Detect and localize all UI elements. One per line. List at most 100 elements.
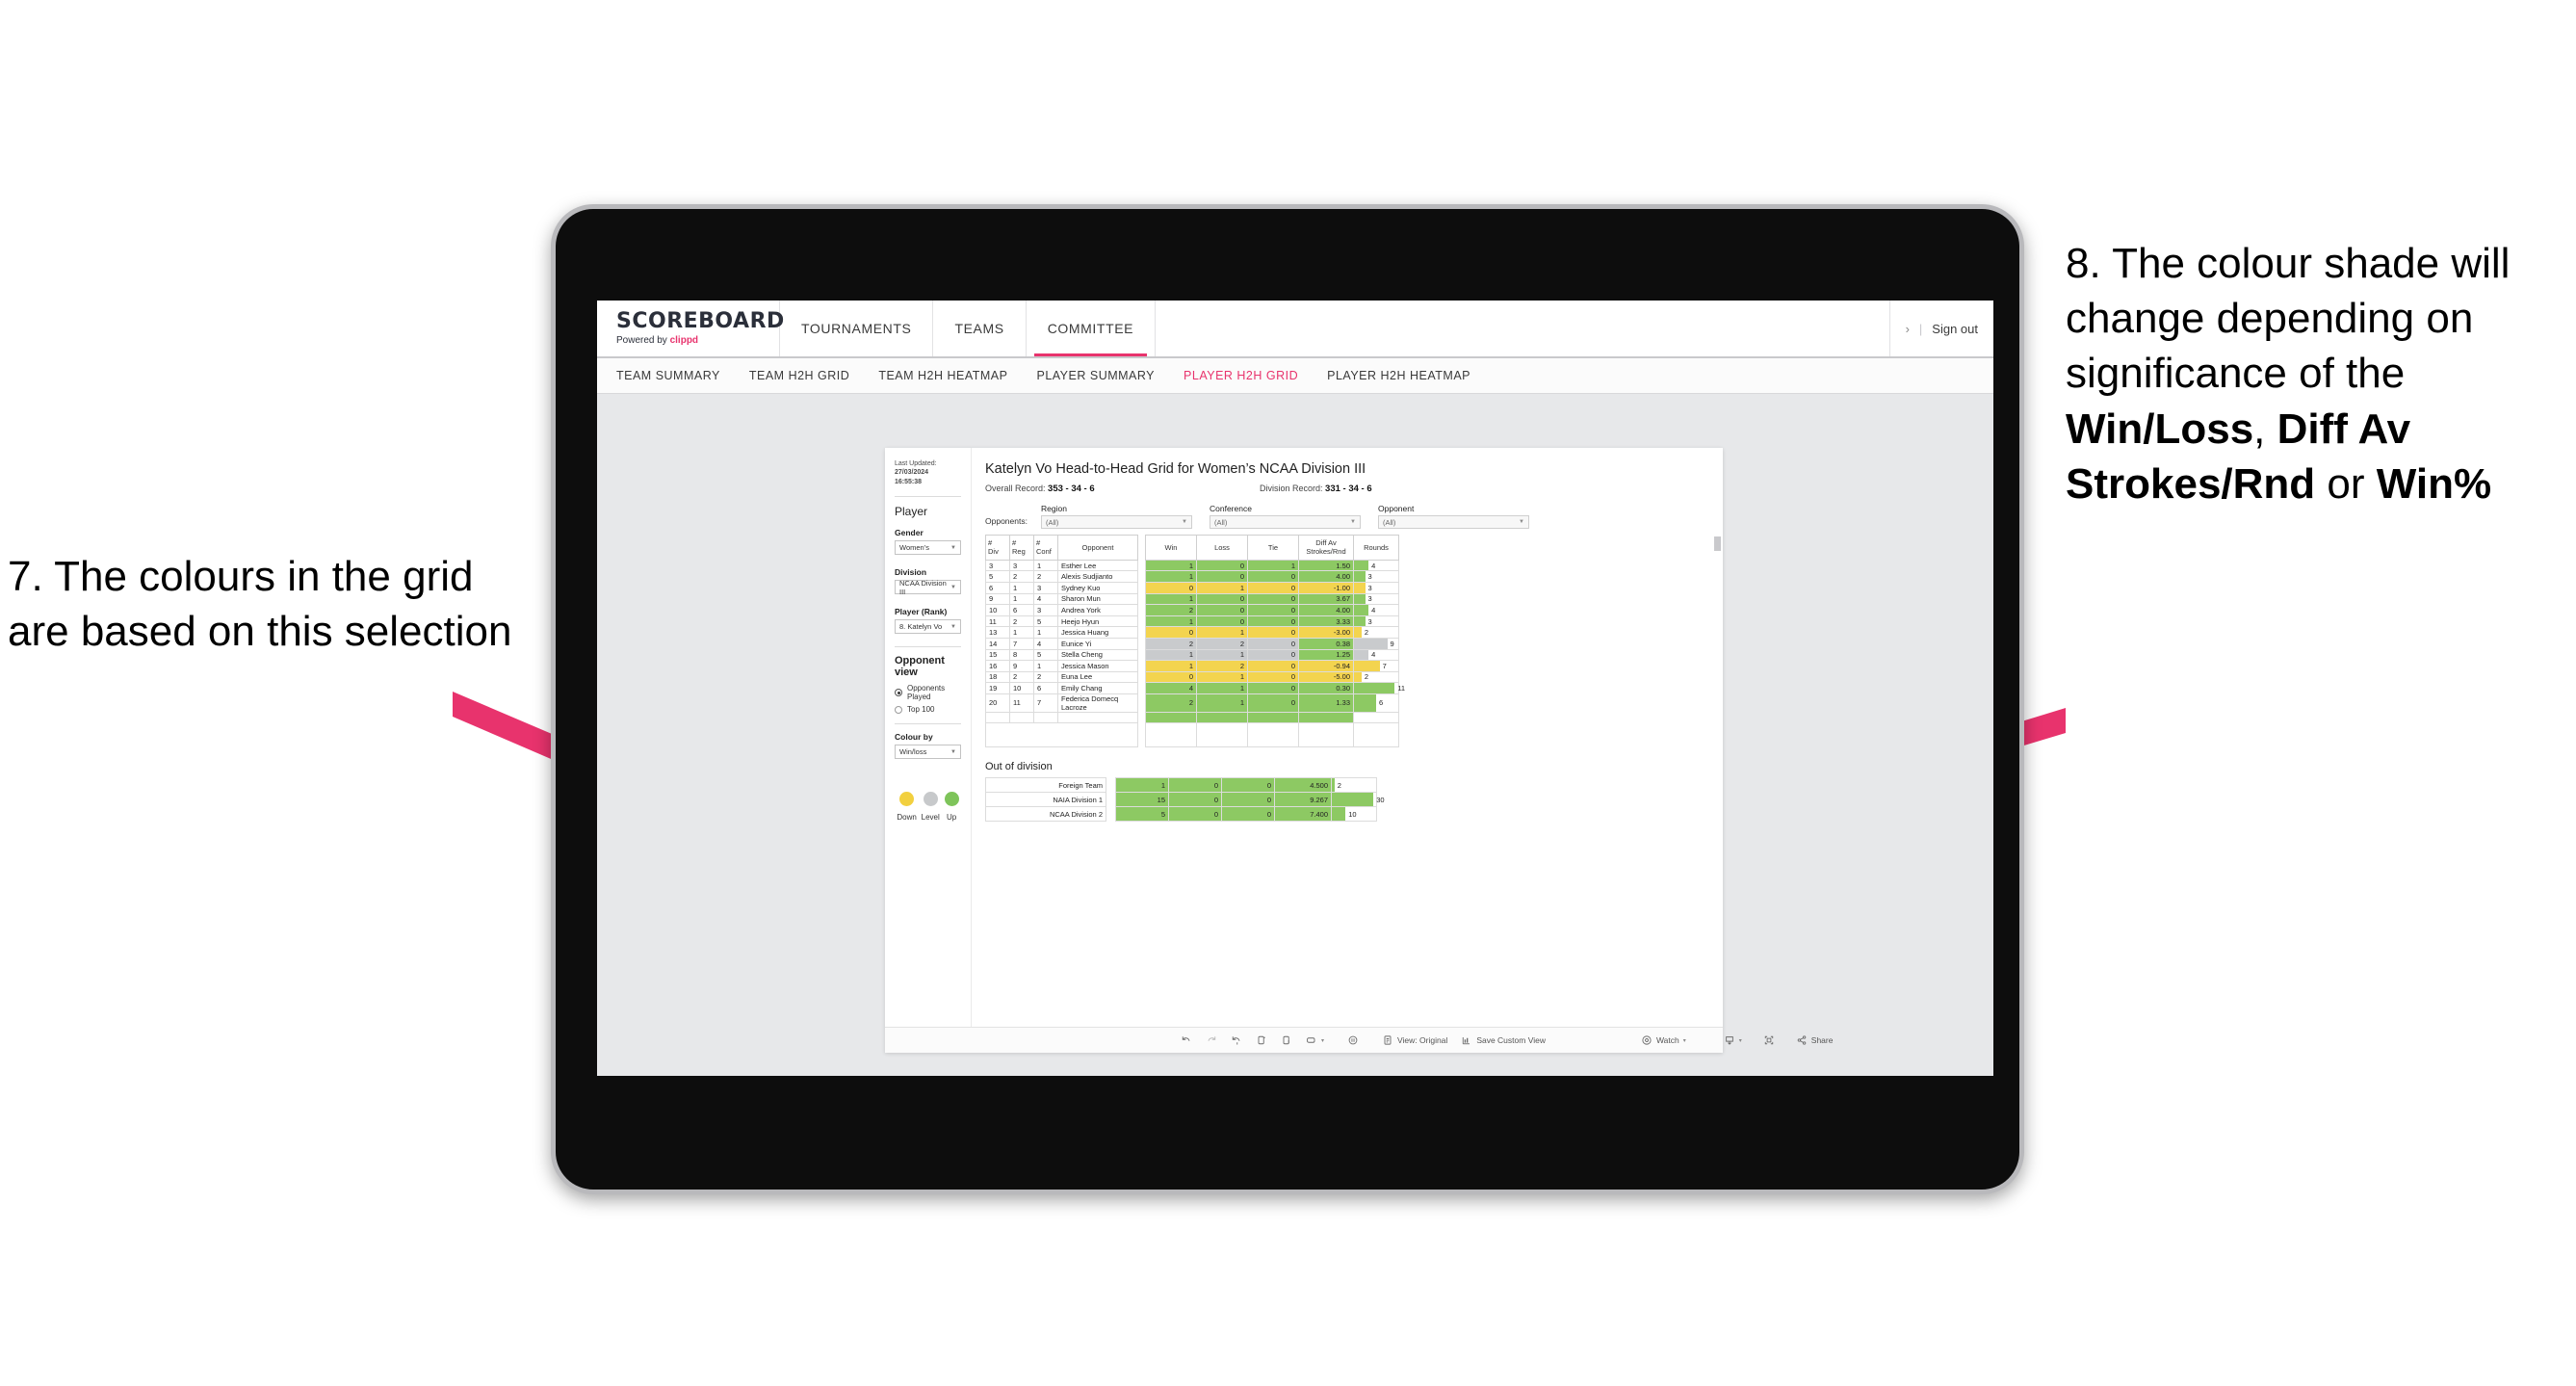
table-row[interactable]: 11 2 5 Heejo Hyun 1 0 0 3.33 3 <box>985 615 1399 628</box>
col-header-diff-av-strokes: Diff Av Strokes/Rnd <box>1298 535 1354 561</box>
overall-record-value: 353 - 34 - 6 <box>1048 484 1095 494</box>
subnav-item-player-h2h-grid[interactable]: PLAYER H2H GRID <box>1184 369 1298 382</box>
sidebar-divider-3 <box>895 723 961 725</box>
cell-reg: 6 <box>1009 604 1034 616</box>
colour-by-select[interactable]: Win/loss ▼ <box>895 745 961 760</box>
gender-select[interactable]: Women’s ▼ <box>895 540 961 556</box>
cell-reg: 7 <box>1009 637 1034 650</box>
fullscreen-button[interactable] <box>1756 1034 1782 1046</box>
table-filler-row <box>985 722 1399 748</box>
table-row[interactable]: 9 1 4 Sharon Mun 1 0 0 3.67 3 <box>985 592 1399 606</box>
chevron-right-icon[interactable]: › <box>1906 322 1910 336</box>
division-select[interactable]: NCAA Division III ▼ <box>895 579 961 596</box>
out-of-division-row[interactable]: NCAA Division 2 5 0 0 7.400 10 <box>985 806 1377 823</box>
colour-by-label: Colour by <box>895 732 933 743</box>
nav-item-teams[interactable]: TEAMS <box>933 301 1027 356</box>
radio-opponents-played[interactable]: Opponents Played <box>895 684 961 701</box>
cell-rounds: 3 <box>1353 592 1399 606</box>
subnav-item-player-h2h-heatmap[interactable]: PLAYER H2H HEATMAP <box>1327 369 1470 382</box>
table-row[interactable]: 6 1 3 Sydney Kuo 0 1 0 -1.00 3 <box>985 581 1399 594</box>
cell-rounds: 3 <box>1353 615 1399 628</box>
subnav-item-team-summary[interactable]: TEAM SUMMARY <box>616 369 720 382</box>
save-custom-view-label: Save Custom View <box>1476 1035 1546 1045</box>
table-row[interactable]: 15 8 5 Stella Cheng 1 1 0 1.25 4 <box>985 648 1399 662</box>
last-updated-label: Last Updated: <box>895 460 937 467</box>
table-row[interactable]: 20 11 7 Federica Domecq Lacroze 2 1 0 1.33 6 <box>985 693 1399 713</box>
nav-item-committee[interactable]: COMMITTEE <box>1027 301 1157 356</box>
table-row[interactable]: 3 3 1 Esther Lee 1 0 1 1.50 4 <box>985 559 1399 572</box>
conference-filter-select[interactable]: (All) ▼ <box>1210 515 1361 529</box>
cell-ood-name: NAIA Division 1 <box>985 792 1106 808</box>
nav-item-tournaments[interactable]: TOURNAMENTS <box>780 301 934 356</box>
download-button[interactable]: ▾ <box>1717 1034 1749 1046</box>
save-custom-view-button[interactable]: Save Custom View <box>1454 1034 1552 1046</box>
undo-button[interactable] <box>1174 1034 1199 1046</box>
cell-win: 1 <box>1145 570 1197 583</box>
share-button[interactable]: Share <box>1789 1034 1840 1046</box>
cell-rounds: 7 <box>1353 660 1399 672</box>
refresh-button[interactable] <box>1249 1034 1274 1046</box>
radio-icon-selected <box>895 689 902 697</box>
redo-button[interactable] <box>1199 1034 1224 1046</box>
brand-logo[interactable]: SCOREBOARD Powered by clippd <box>597 301 785 356</box>
out-of-division-body: Foreign Team 1 0 0 4.500 2 NAIA Division 1 15 0 0… <box>985 777 1385 823</box>
sign-out-link[interactable]: Sign out <box>1932 322 1978 336</box>
out-of-division-row[interactable]: Foreign Team 1 0 0 4.500 2 <box>985 777 1377 794</box>
h2h-grid-body: 3 3 1 Esther Lee 1 0 1 1.50 4 5 2 2 Alexis Sudjianto… <box>985 559 1405 748</box>
opponent-filter-select[interactable]: (All) ▼ <box>1378 515 1529 529</box>
cell-opponent: Alexis Sudjianto <box>1057 570 1138 583</box>
pause-auto-update-button[interactable] <box>1340 1034 1366 1046</box>
conference-filter: Conference (All) ▼ <box>1210 504 1361 529</box>
cell-conf: 2 <box>1033 570 1058 583</box>
cell-spacer <box>1106 777 1116 793</box>
table-row[interactable]: 10 6 3 Andrea York 2 0 0 4.00 4 <box>985 604 1399 616</box>
main-panel: Katelyn Vo Head-to-Head Grid for Women’s… <box>972 448 1723 1027</box>
col-header-div: # Div <box>985 535 1010 561</box>
table-row[interactable]: 16 9 1 Jessica Mason 1 2 0 -0.94 7 <box>985 660 1399 672</box>
h2h-grid-head: # Div # Reg # Conf Opponent Win Loss Tie Di… <box>985 535 1399 561</box>
cell-tie: 0 <box>1247 648 1299 662</box>
conference-filter-label: Conference <box>1210 504 1252 513</box>
cell-tie: 0 <box>1247 682 1299 694</box>
watch-button[interactable]: Watch ▾ <box>1634 1034 1693 1046</box>
subnav-item-team-h2h-heatmap[interactable]: TEAM H2H HEATMAP <box>878 369 1007 382</box>
region-filter-label: Region <box>1041 504 1067 513</box>
cell-opponent: Esther Lee <box>1057 559 1138 572</box>
cell-conf: 3 <box>1033 581 1058 594</box>
watch-label: Watch <box>1655 1035 1679 1045</box>
cell-diff-av-strokes: 3.33 <box>1298 615 1354 628</box>
col-spacer <box>1137 535 1146 561</box>
device-layout-button[interactable]: ▾ <box>1299 1034 1331 1046</box>
view-original-button[interactable]: View: Original <box>1375 1034 1454 1046</box>
sidebar-divider-2 <box>895 646 961 648</box>
cell-div: 6 <box>985 581 1010 594</box>
cell-rounds: 9 <box>1353 637 1399 650</box>
subnav-item-player-summary[interactable]: PLAYER SUMMARY <box>1036 369 1155 382</box>
cell-ood-win: 5 <box>1115 806 1169 823</box>
cell-conf: 2 <box>1033 670 1058 684</box>
division-record-value: 331 - 34 - 6 <box>1325 484 1372 494</box>
cell-spacer <box>1137 671 1146 683</box>
table-row[interactable]: 5 2 2 Alexis Sudjianto 1 0 0 4.00 3 <box>985 570 1399 583</box>
out-of-division-row[interactable]: NAIA Division 1 15 0 0 9.267 30 <box>985 792 1385 808</box>
vertical-scrollbar[interactable] <box>1714 536 1721 551</box>
radio-top-100[interactable]: Top 100 <box>895 705 961 714</box>
cell-win: 4 <box>1145 682 1197 694</box>
cell-conf: 7 <box>1033 693 1058 713</box>
revert-button[interactable] <box>1224 1034 1249 1046</box>
cell-loss: 1 <box>1196 670 1248 684</box>
region-filter-select[interactable]: (All) ▼ <box>1041 515 1192 529</box>
table-row[interactable]: 13 1 1 Jessica Huang 0 1 0 -3.00 2 <box>985 626 1399 639</box>
brand-name: SCOREBOARD <box>616 309 785 333</box>
cell-diff-av-strokes: -5.00 <box>1298 670 1354 684</box>
radio-top-100-label: Top 100 <box>907 705 935 715</box>
pause-button[interactable] <box>1274 1034 1299 1046</box>
subnav-item-team-h2h-grid[interactable]: TEAM H2H GRID <box>749 369 849 382</box>
table-row[interactable]: 14 7 4 Eunice Yi 2 2 0 0.38 9 <box>985 637 1399 650</box>
cell-rounds: 2 <box>1353 626 1399 639</box>
cell-div: 19 <box>985 682 1010 694</box>
player-rank-select[interactable]: 8. Katelyn Vo ▼ <box>895 619 961 635</box>
table-row[interactable]: 18 2 2 Euna Lee 0 1 0 -5.00 2 <box>985 670 1399 684</box>
table-row[interactable]: 19 10 6 Emily Chang 4 1 0 0.30 11 <box>985 682 1405 694</box>
colour-legend: Down Level Up <box>895 792 961 822</box>
